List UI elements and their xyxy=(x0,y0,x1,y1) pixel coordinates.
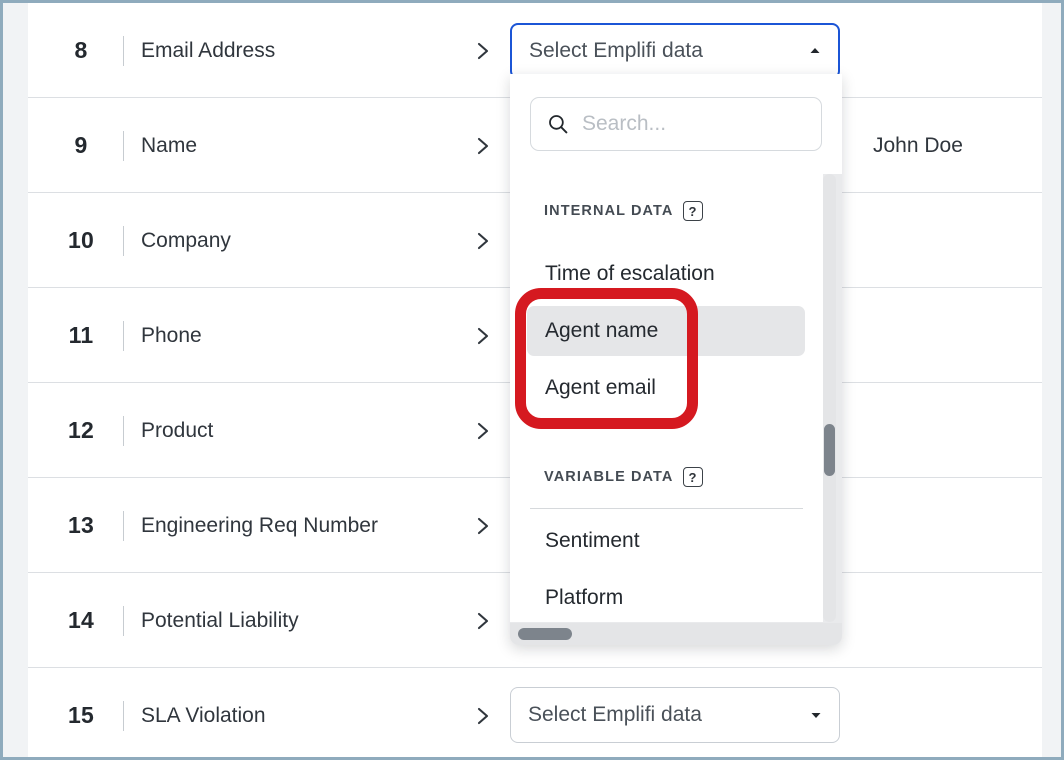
chevron-right-icon xyxy=(468,98,498,193)
emplifi-data-select-open[interactable]: Select Emplifi data xyxy=(510,23,840,79)
chevron-right-icon xyxy=(468,288,498,383)
dropdown-vertical-scrollbar[interactable] xyxy=(823,174,836,622)
emplifi-data-select-closed[interactable]: Select Emplifi data xyxy=(510,687,840,743)
row-number: 14 xyxy=(50,573,112,668)
horizontal-scrollbar-thumb[interactable] xyxy=(518,628,572,640)
row-label: Product xyxy=(141,383,213,478)
row-divider xyxy=(123,321,124,351)
chevron-right-icon xyxy=(468,478,498,573)
group-header-internal-data: INTERNAL DATA ? xyxy=(544,201,703,221)
chevron-right-icon xyxy=(468,573,498,668)
dropdown-horizontal-scrollbar[interactable] xyxy=(510,623,842,645)
group-title: VARIABLE DATA xyxy=(544,469,674,485)
emplifi-data-dropdown-panel[interactable]: Search... INTERNAL DATA ? Time of escala… xyxy=(510,74,842,645)
row-divider xyxy=(123,226,124,256)
row-number: 10 xyxy=(50,193,112,288)
row-number: 9 xyxy=(50,98,112,193)
dropdown-option-platform[interactable]: Platform xyxy=(527,573,805,622)
row-divider xyxy=(123,511,124,541)
dropdown-option-agent-name[interactable]: Agent name xyxy=(527,306,805,356)
row-label: Name xyxy=(141,98,197,193)
chevron-right-icon xyxy=(468,3,498,98)
dropdown-option-sentiment[interactable]: Sentiment xyxy=(527,516,805,566)
row-label: Potential Liability xyxy=(141,573,299,668)
row-number: 8 xyxy=(50,3,112,98)
select-label: Select Emplifi data xyxy=(528,703,809,727)
option-label: Agent email xyxy=(545,376,656,400)
chevron-right-icon xyxy=(468,383,498,478)
application-frame: 8 Email Address 9 Name John Doe xyxy=(0,0,1064,760)
row-number: 12 xyxy=(50,383,112,478)
option-label: Platform xyxy=(545,586,623,610)
chevron-right-icon xyxy=(468,668,498,757)
dropdown-option-time-of-escalation[interactable]: Time of escalation xyxy=(527,249,805,299)
row-number: 11 xyxy=(50,288,112,383)
row-divider xyxy=(123,416,124,446)
group-header-variable-data: VARIABLE DATA ? xyxy=(544,467,703,487)
row-label: Email Address xyxy=(141,3,275,98)
row-divider xyxy=(123,36,124,66)
row-number: 15 xyxy=(50,668,112,757)
option-label: Agent name xyxy=(545,319,658,343)
option-label: Sentiment xyxy=(545,529,640,553)
search-placeholder: Search... xyxy=(582,112,666,136)
chevron-right-icon xyxy=(468,193,498,288)
dropdown-option-list[interactable]: INTERNAL DATA ? Time of escalation Agent… xyxy=(510,174,823,622)
vertical-scrollbar-thumb[interactable] xyxy=(824,424,835,476)
help-icon[interactable]: ? xyxy=(683,201,703,221)
row-divider xyxy=(123,131,124,161)
row-value: John Doe xyxy=(873,98,963,193)
search-input[interactable]: Search... xyxy=(530,97,822,151)
row-label: Company xyxy=(141,193,231,288)
dropdown-search-area: Search... xyxy=(510,74,842,174)
table-row[interactable]: 15 SLA Violation Select Emplifi data xyxy=(28,668,1042,757)
option-label: Time of escalation xyxy=(545,262,715,286)
row-divider xyxy=(123,701,124,731)
row-label: SLA Violation xyxy=(141,668,266,757)
row-label: Engineering Req Number xyxy=(141,478,378,573)
help-icon[interactable]: ? xyxy=(683,467,703,487)
row-divider xyxy=(123,606,124,636)
dropdown-option-agent-email[interactable]: Agent email xyxy=(527,363,805,413)
group-divider xyxy=(530,508,803,509)
search-icon xyxy=(547,113,569,135)
select-label: Select Emplifi data xyxy=(529,39,808,63)
caret-up-icon xyxy=(808,44,822,58)
row-label: Phone xyxy=(141,288,202,383)
caret-down-icon xyxy=(809,708,823,722)
group-title: INTERNAL DATA xyxy=(544,203,674,219)
field-mapping-table: 8 Email Address 9 Name John Doe xyxy=(28,3,1042,757)
row-number: 13 xyxy=(50,478,112,573)
